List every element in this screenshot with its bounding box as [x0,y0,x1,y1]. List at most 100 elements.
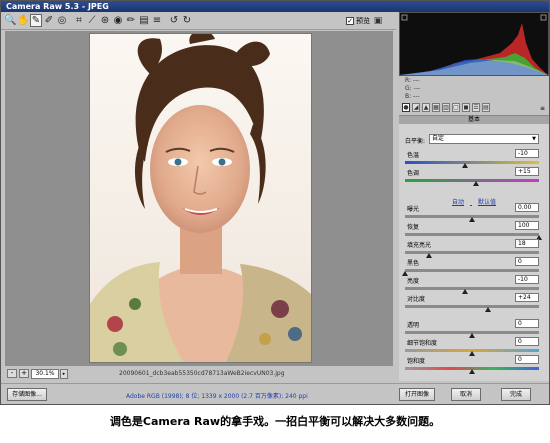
b-value: B: --- [405,93,420,100]
zoom-dropdown-icon[interactable]: ▸ [60,369,68,379]
preview-toggle[interactable]: ✓ 预览 [346,16,370,26]
g-value: G: --- [405,85,421,92]
vibrance-slider-thumb[interactable] [469,351,475,356]
hand-icon: ✋ [17,15,30,26]
brush-icon: ✏ [126,15,136,26]
lens-icon[interactable]: ▢ [452,103,460,112]
rgb-readout: R: --- G: --- B: --- [399,77,549,101]
brightness-value-input[interactable]: -10 [515,275,539,284]
clarity-label: 透明 [407,322,420,329]
fill-slider[interactable] [405,251,539,254]
zoom-level[interactable]: 30.1% [31,369,59,379]
preferences-tool[interactable]: ≡ [151,14,163,27]
clarity-slider-thumb[interactable] [469,333,475,338]
filename-label: 20090601_dcb3eab55350cd78713aWeB2iecvUN0… [119,370,285,377]
rotate-right-tool[interactable]: ↻ [181,14,193,27]
contrast-slider-thumb[interactable] [485,307,492,312]
zoom-out-button[interactable]: - [7,369,17,378]
camera-calibration-icon[interactable]: ◼ [462,103,470,112]
adjustment-brush-tool[interactable]: ✏ [125,14,137,27]
crop-tool[interactable]: ⌗ [73,14,85,27]
blacks-value-input[interactable]: 0 [515,257,539,266]
brightness-slider-thumb[interactable] [462,289,469,294]
list-icon: ≡ [152,15,162,26]
saturation-slider-thumb[interactable] [469,369,475,374]
basic-icon[interactable]: ● [402,103,410,112]
contrast-slider[interactable] [405,305,539,308]
graduated-filter-tool[interactable]: ▤ [138,14,150,27]
red-eye-tool[interactable]: ◉ [112,14,124,27]
window-title: Camera Raw 5.3 - JPEG [1,1,549,12]
recovery-value-input[interactable]: 100 [515,221,539,230]
tint-value-input[interactable]: +15 [515,167,539,176]
white-balance-label: 白平衡: [405,138,426,145]
cancel-button[interactable]: 取消 [451,388,481,401]
histogram [399,12,549,76]
detail-icon[interactable]: ▲ [422,103,430,112]
white-balance-tool[interactable]: ✎ [30,14,42,27]
color-sampler-tool[interactable]: ✐ [43,14,55,27]
spot-removal-tool[interactable]: ⊛ [99,14,111,27]
open-image-button[interactable]: 打开图像 [399,388,435,401]
sampler-icon: ✐ [44,15,54,26]
done-button[interactable]: 完成 [501,388,531,401]
recovery-slider[interactable] [405,233,539,236]
crop-icon: ⌗ [76,15,82,26]
brightness-label: 亮度 [407,278,420,285]
hsl-icon[interactable]: ▦ [432,103,440,112]
recovery-label: 恢复 [407,224,420,231]
temp-slider[interactable] [405,161,539,164]
contrast-value-input[interactable]: +24 [515,293,539,302]
temp-value-input[interactable]: -10 [515,149,539,158]
fullscreen-icon[interactable]: ▣ [373,16,383,26]
workflow-options-link[interactable]: Adobe RGB (1998); 8 位; 1339 x 2000 (2.7 … [126,391,308,400]
hand-tool[interactable]: ✋ [17,14,29,27]
saturation-label: 饱和度 [407,358,426,365]
straighten-tool[interactable]: ⟋ [86,14,98,27]
save-image-button[interactable]: 存储图像... [7,388,47,401]
targeted-adjust-tool[interactable]: ◎ [56,14,68,27]
snapshots-icon[interactable]: ▤ [482,103,490,112]
rotate-left-tool[interactable]: ↺ [168,14,180,27]
tint-slider[interactable] [405,179,539,182]
default-link[interactable]: 默认值 [478,199,496,206]
white-balance-value: 自定 [432,135,445,142]
tone-curve-icon[interactable]: ◢ [412,103,420,112]
split-toning-icon[interactable]: ▥ [442,103,450,112]
gradient-icon: ▤ [139,15,149,26]
clarity-value-input[interactable]: 0 [515,319,539,328]
saturation-value-input[interactable]: 0 [515,355,539,364]
temp-slider-thumb[interactable] [462,163,469,168]
tint-slider-thumb[interactable] [473,181,480,186]
panel-menu-icon[interactable]: ≡ [540,105,545,112]
magnifier-icon: 🔍 [4,15,17,26]
shadow-clip-icon[interactable] [401,14,408,21]
temp-label: 色温 [407,152,420,159]
brightness-slider[interactable] [405,287,539,290]
r-value: R: --- [405,77,420,84]
fill-slider-thumb[interactable] [426,253,433,258]
histogram-graph [400,14,548,75]
portrait-image [90,34,311,362]
panel-header: 基本 [399,116,549,124]
highlight-clip-icon[interactable] [540,14,547,21]
exposure-value-input[interactable]: 0.00 [515,203,539,212]
zoom-tool[interactable]: 🔍 [4,14,16,27]
fill-value-input[interactable]: 18 [515,239,539,248]
blacks-slider[interactable] [405,269,539,272]
image-preview-area[interactable] [5,31,393,366]
white-balance-select[interactable]: 自定 ▼ [429,134,539,144]
exposure-slider-thumb[interactable] [469,217,475,222]
auto-link[interactable]: 自动 [452,199,464,206]
vibrance-value-input[interactable]: 0 [515,337,539,346]
caption: 调色是Camera Raw的拿手戏。一招白平衡可以解决大多数问题。 [109,415,441,428]
fill-label: 填充亮光 [407,242,432,249]
vibrance-label: 细节饱和度 [407,340,438,347]
presets-icon[interactable]: ☰ [472,103,480,112]
rotate-left-icon: ↺ [169,15,179,26]
preview-checkbox[interactable]: ✓ [346,17,354,25]
zoom-in-button[interactable]: + [19,369,29,378]
blacks-label: 黑色 [407,260,420,267]
chevron-down-icon: ▼ [532,136,536,142]
rotate-right-icon: ↻ [182,15,192,26]
